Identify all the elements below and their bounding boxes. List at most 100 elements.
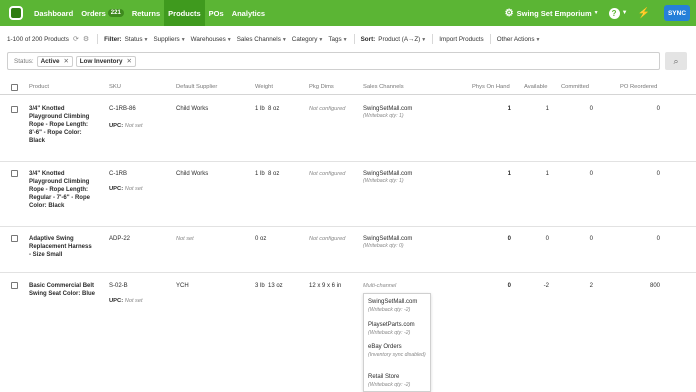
col-available[interactable]: Available bbox=[524, 84, 547, 90]
channel-name: PlaysetParts.com bbox=[368, 322, 415, 328]
pkg-dims: Not configured bbox=[309, 171, 346, 177]
filter-suppliers-label: Suppliers bbox=[153, 35, 180, 43]
chevron-down-icon: ▼ bbox=[342, 36, 348, 43]
close-icon[interactable]: ✕ bbox=[64, 58, 69, 65]
app-logo-icon[interactable] bbox=[9, 6, 23, 20]
col-product[interactable]: Product bbox=[29, 84, 49, 90]
row-checkbox[interactable] bbox=[11, 106, 18, 113]
nav-analytics[interactable]: Analytics bbox=[228, 0, 269, 26]
sort-select[interactable]: Product (A→Z)▼ bbox=[378, 36, 426, 43]
table-header: Product SKU Default Supplier Weight Pkg … bbox=[0, 81, 696, 95]
filter-pill-active[interactable]: Active ✕ bbox=[36, 55, 73, 67]
product-upc: UPC: Not set bbox=[109, 297, 143, 305]
chevron-down-icon: ▼ bbox=[226, 36, 232, 43]
filter-status-label: Status bbox=[124, 35, 143, 43]
close-icon[interactable]: ✕ bbox=[126, 58, 131, 65]
nav-orders[interactable]: Orders 221 bbox=[77, 0, 128, 26]
table-row[interactable]: Adaptive Swing Replacement Harness - Siz… bbox=[0, 228, 696, 273]
filter-sales-channels[interactable]: Sales Channels▼ bbox=[237, 36, 287, 43]
active-filters-bar[interactable]: Status: Active ✕ Low Inventory ✕ bbox=[7, 52, 660, 70]
committed: 0 bbox=[589, 171, 593, 177]
col-sales-channels[interactable]: Sales Channels bbox=[363, 84, 404, 90]
row-checkbox[interactable] bbox=[11, 170, 18, 177]
top-nav: Dashboard Orders 221 Returns Products POs… bbox=[0, 0, 696, 26]
chevron-down-icon: ▼ bbox=[318, 36, 324, 43]
table-row[interactable]: 3/4" Knotted Playground Climbing Rope - … bbox=[0, 96, 696, 162]
channel-item[interactable]: SwingSetMall.com (Writeback qty: -2) bbox=[368, 299, 417, 314]
nav-dashboard[interactable]: Dashboard bbox=[30, 0, 77, 26]
nav-returns-label: Returns bbox=[131, 8, 161, 18]
help-label: ? bbox=[611, 8, 617, 18]
import-products-button[interactable]: Import Products bbox=[439, 36, 483, 43]
product-sku: C-1RB-86 bbox=[109, 106, 136, 112]
channel-writeback: (Writeback qty: -2) bbox=[368, 306, 411, 313]
weight: 3 lb 13 oz bbox=[255, 283, 283, 289]
filter-status[interactable]: Status▼ bbox=[125, 36, 149, 43]
filter-tags-label: Tags bbox=[328, 35, 342, 43]
table-row[interactable]: 3/4" Knotted Playground Climbing Rope - … bbox=[0, 163, 696, 227]
chevron-down-icon: ▼ bbox=[535, 36, 541, 43]
filter-pill-label: Active bbox=[40, 57, 60, 65]
nav-dashboard-label: Dashboard bbox=[34, 8, 74, 18]
nav-pos[interactable]: POs bbox=[205, 0, 228, 26]
po-reordered: 0 bbox=[656, 171, 660, 177]
other-actions-menu[interactable]: Other Actions▼ bbox=[497, 36, 541, 43]
activity-icon[interactable]: ⚡ bbox=[638, 8, 650, 19]
col-sku[interactable]: SKU bbox=[109, 84, 121, 90]
filter-warehouses[interactable]: Warehouses▼ bbox=[191, 36, 232, 43]
default-supplier: Not set bbox=[176, 236, 194, 242]
upc-label: UPC: bbox=[109, 123, 124, 129]
product-name[interactable]: 3/4" Knotted Playground Climbing Rope - … bbox=[29, 170, 97, 210]
filter-pill-low-inventory[interactable]: Low Inventory ✕ bbox=[75, 55, 136, 67]
table-row[interactable]: Basic Commercial Belt Swing Seat Color: … bbox=[0, 274, 696, 392]
channel-item[interactable]: Retail Store (Writeback qty: -2) bbox=[368, 374, 410, 389]
pkg-dims: 12 x 9 x 6 in bbox=[309, 283, 342, 289]
upc-label: UPC: bbox=[109, 298, 124, 304]
nav-orders-label: Orders bbox=[81, 8, 106, 18]
help-icon[interactable]: ? bbox=[608, 7, 620, 19]
col-pkg-dims[interactable]: Pkg Dims bbox=[309, 84, 334, 90]
upc-label: UPC: bbox=[109, 186, 124, 192]
nav-products[interactable]: Products bbox=[164, 0, 205, 26]
col-phys-on-hand[interactable]: Phys On Hand bbox=[472, 84, 510, 90]
select-all-checkbox[interactable] bbox=[11, 84, 18, 91]
settings-icon[interactable]: ⚙ bbox=[83, 35, 89, 43]
product-sku: C-1RB bbox=[109, 171, 128, 177]
col-po-reordered[interactable]: PO Reordered bbox=[620, 84, 657, 90]
channel-writeback: (Writeback qty: -2) bbox=[368, 381, 411, 388]
nav-analytics-label: Analytics bbox=[231, 8, 266, 18]
product-name[interactable]: Adaptive Swing Replacement Harness - Siz… bbox=[29, 235, 93, 259]
refresh-icon[interactable]: ⟳ bbox=[73, 35, 79, 43]
filter-suppliers[interactable]: Suppliers▼ bbox=[153, 36, 185, 43]
search-icon: ⌕ bbox=[673, 55, 679, 66]
sales-channel[interactable]: Multi-channel bbox=[363, 282, 396, 290]
store-name: Swing Set Emporium bbox=[516, 8, 592, 18]
committed: 0 bbox=[589, 106, 593, 112]
filter-category[interactable]: Category▼ bbox=[292, 36, 324, 43]
default-supplier: Child Works bbox=[176, 106, 209, 112]
product-name[interactable]: Basic Commercial Belt Swing Seat Color: … bbox=[29, 282, 97, 298]
filter-label: Filter: bbox=[104, 35, 122, 43]
weight: 1 lb 8 oz bbox=[255, 171, 280, 177]
sync-button[interactable]: SYNC bbox=[664, 5, 690, 21]
po-reordered: 0 bbox=[656, 106, 660, 112]
channel-item[interactable]: eBay Orders (Inventory sync disabled) bbox=[368, 344, 428, 359]
nav-returns[interactable]: Returns bbox=[128, 0, 164, 26]
col-committed[interactable]: Committed bbox=[561, 84, 589, 90]
col-weight[interactable]: Weight bbox=[255, 84, 273, 90]
channel-item[interactable]: PlaysetParts.com (Writeback qty: -2) bbox=[368, 322, 415, 337]
channel-name: eBay Orders bbox=[368, 344, 402, 350]
chevron-down-icon[interactable]: ▼ bbox=[622, 10, 628, 16]
filter-warehouses-label: Warehouses bbox=[190, 35, 226, 43]
product-count: 1-100 of 200 Products bbox=[7, 35, 69, 43]
filter-pill-label: Low Inventory bbox=[79, 57, 123, 65]
row-checkbox[interactable] bbox=[11, 282, 18, 289]
row-checkbox[interactable] bbox=[11, 235, 18, 242]
col-default-supplier[interactable]: Default Supplier bbox=[176, 84, 217, 90]
store-switcher[interactable]: ⚙ Swing Set Emporium ▼ bbox=[505, 8, 599, 19]
writeback-qty: (Writeback qty: 1) bbox=[363, 178, 404, 184]
product-name[interactable]: 3/4" Knotted Playground Climbing Rope - … bbox=[29, 105, 97, 145]
product-sku: ADP-22 bbox=[109, 236, 131, 242]
filter-tags[interactable]: Tags▼ bbox=[328, 36, 347, 43]
search-button[interactable]: ⌕ bbox=[665, 52, 687, 70]
